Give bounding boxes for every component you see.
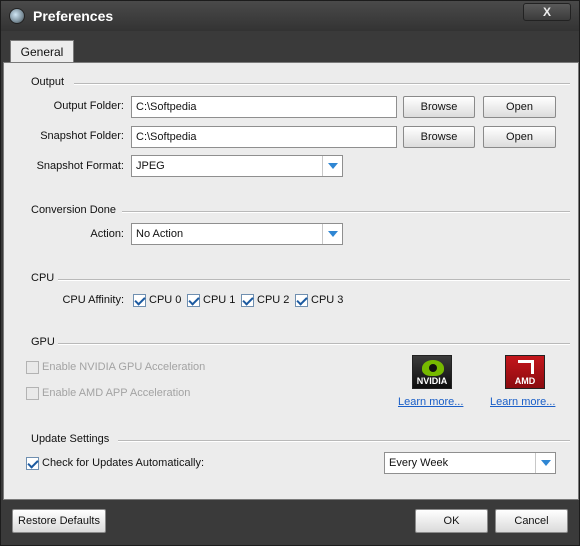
- nvidia-logo: NVIDIA: [412, 355, 452, 389]
- action-label: Action:: [90, 228, 124, 240]
- snapshot-browse-button[interactable]: Browse: [403, 126, 475, 148]
- update-frequency-value: Every Week: [389, 457, 449, 469]
- chevron-down-icon[interactable]: [535, 453, 555, 473]
- amd-logo-text: AMD: [514, 376, 536, 386]
- chevron-down-icon[interactable]: [322, 224, 342, 244]
- cpu-separator: [58, 279, 570, 281]
- gpu-separator: [58, 343, 570, 345]
- chevron-down-icon[interactable]: [322, 156, 342, 176]
- conversion-done-group-label: Conversion Done: [31, 204, 116, 216]
- snapshot-open-button[interactable]: Open: [483, 126, 556, 148]
- snapshot-format-select[interactable]: JPEG: [131, 155, 343, 177]
- cpu-2-checkbox[interactable]: [241, 294, 254, 307]
- output-open-button[interactable]: Open: [483, 96, 556, 118]
- check-updates-label: Check for Updates Automatically:: [42, 457, 205, 469]
- snapshot-folder-field[interactable]: C:\Softpedia: [131, 126, 397, 148]
- tab-strip: General: [3, 31, 579, 64]
- cancel-button[interactable]: Cancel: [495, 509, 568, 533]
- cpu-group-label: CPU: [31, 272, 55, 284]
- update-settings-separator: [118, 440, 570, 442]
- amd-acceleration-checkbox[interactable]: [26, 387, 39, 400]
- nvidia-logo-text: NVIDIA: [416, 376, 448, 386]
- output-group-label: Output: [31, 76, 65, 88]
- cpu-affinity-label: CPU Affinity:: [62, 294, 124, 306]
- cpu-3-label: CPU 3: [311, 294, 344, 306]
- cpu-0-label: CPU 0: [149, 294, 182, 306]
- check-updates-checkbox[interactable]: [26, 457, 39, 470]
- output-folder-field[interactable]: C:\Softpedia: [131, 96, 397, 118]
- window-title: Preferences: [33, 8, 114, 24]
- close-button[interactable]: X: [523, 3, 571, 21]
- tab-general[interactable]: General: [10, 40, 74, 64]
- update-frequency-select[interactable]: Every Week: [384, 452, 556, 474]
- preferences-window: Preferences X General Output Output Fold…: [0, 0, 580, 546]
- cpu-1-label: CPU 1: [203, 294, 236, 306]
- action-value: No Action: [136, 228, 184, 240]
- amd-acceleration-label: Enable AMD APP Acceleration: [42, 387, 191, 399]
- ok-button[interactable]: OK: [415, 509, 488, 533]
- cpu-1-checkbox[interactable]: [187, 294, 200, 307]
- nvidia-acceleration-checkbox[interactable]: [26, 361, 39, 374]
- output-folder-label: Output Folder:: [53, 100, 124, 112]
- snapshot-format-value: JPEG: [136, 160, 165, 172]
- restore-defaults-button[interactable]: Restore Defaults: [12, 509, 106, 533]
- amd-learn-more-link[interactable]: Learn more...: [490, 396, 555, 408]
- update-settings-group-label: Update Settings: [31, 433, 110, 445]
- nvidia-acceleration-label: Enable NVIDIA GPU Acceleration: [42, 361, 206, 373]
- cpu-2-label: CPU 2: [257, 294, 290, 306]
- nvidia-learn-more-link[interactable]: Learn more...: [398, 396, 463, 408]
- gpu-group-label: GPU: [31, 336, 55, 348]
- action-select[interactable]: No Action: [131, 223, 343, 245]
- output-browse-button[interactable]: Browse: [403, 96, 475, 118]
- output-separator: [74, 83, 570, 85]
- general-panel: Output Output Folder: C:\Softpedia Brows…: [3, 62, 579, 500]
- snapshot-folder-label: Snapshot Folder:: [40, 130, 124, 142]
- nvidia-eye-icon: [422, 360, 444, 376]
- cpu-3-checkbox[interactable]: [295, 294, 308, 307]
- conversion-done-separator: [122, 211, 570, 213]
- snapshot-format-label: Snapshot Format:: [36, 160, 124, 172]
- title-bar: Preferences X: [1, 1, 579, 31]
- amd-logo: AMD: [505, 355, 545, 389]
- cpu-0-checkbox[interactable]: [133, 294, 146, 307]
- amd-arrow-icon: [518, 360, 534, 374]
- app-icon: [9, 8, 25, 24]
